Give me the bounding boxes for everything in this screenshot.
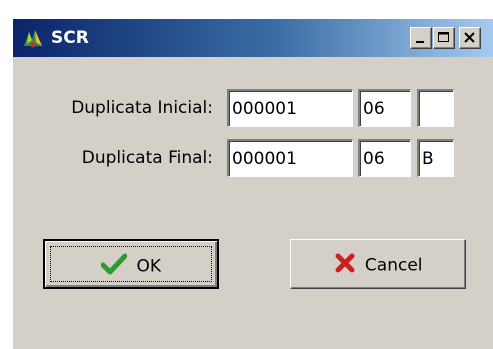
initial-month-field[interactable]: 06 (358, 89, 411, 127)
x-icon (334, 252, 356, 279)
checkmark-icon (100, 253, 128, 280)
title-bar[interactable]: SCR (13, 19, 493, 57)
minimize-icon (416, 41, 424, 43)
close-button[interactable] (459, 27, 481, 49)
final-duplicate-label: Duplicata Final: (81, 148, 213, 168)
cancel-button[interactable]: Cancel (290, 239, 466, 289)
ok-button[interactable]: OK (43, 239, 219, 289)
dialog-window: SCR Duplicata Inicial: 000001 06 Duplica… (12, 18, 493, 349)
app-icon[interactable] (21, 26, 45, 50)
window-title: SCR (51, 28, 89, 48)
final-number-field[interactable]: 000001 (227, 139, 353, 177)
minimize-button[interactable] (410, 27, 432, 49)
maximize-button[interactable] (433, 27, 455, 49)
cancel-label: Cancel (364, 255, 423, 276)
close-icon (464, 32, 475, 43)
initial-series-field[interactable] (417, 89, 454, 127)
initial-duplicate-label: Duplicata Inicial: (71, 98, 213, 118)
initial-number-field[interactable]: 000001 (227, 89, 353, 127)
ok-label: OK (136, 256, 161, 277)
maximize-icon (438, 32, 449, 42)
final-month-field[interactable]: 06 (358, 139, 411, 177)
final-series-field[interactable]: B (417, 139, 454, 177)
